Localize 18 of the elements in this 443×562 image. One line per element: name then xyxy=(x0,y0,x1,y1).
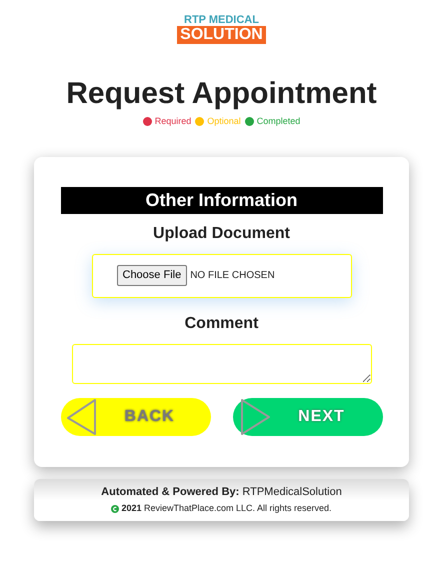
comment-label: Comment xyxy=(184,314,258,334)
copyright-text: 2021 ReviewThatPlace.com LLC. All rights reserved. xyxy=(121,502,332,515)
logo-text: SOLUTION xyxy=(177,26,266,44)
choose-file-button[interactable]: Choose File xyxy=(116,265,188,286)
legend-label: Required xyxy=(154,115,192,128)
comment-field[interactable] xyxy=(72,344,372,384)
legend-label: Completed xyxy=(256,115,300,128)
upload-field[interactable]: Choose File NO FILE CHOSEN xyxy=(92,254,352,298)
logo-text: RTP MEDICAL xyxy=(184,15,259,26)
file-status: NO FILE CHOSEN xyxy=(190,269,275,283)
upload-label: Upload Document xyxy=(153,224,290,244)
legend-label: Optional xyxy=(207,115,241,128)
left-triangle-icon xyxy=(64,398,98,436)
powered-by-text: Automated & Powered By: RTPMedicalSolution xyxy=(101,484,342,500)
section-header: Other Information xyxy=(60,186,382,214)
copyright-icon xyxy=(111,504,120,513)
back-button[interactable]: BACK xyxy=(60,398,210,436)
page-title: Request Appointment xyxy=(66,79,377,109)
